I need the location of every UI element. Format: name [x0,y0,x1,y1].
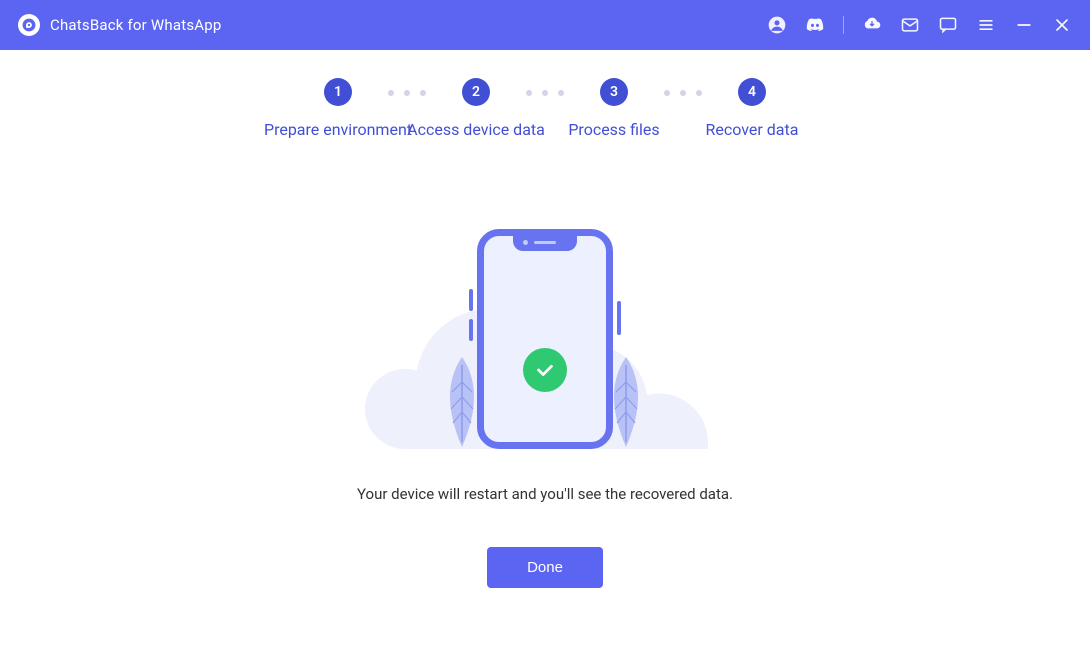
cloud-icon[interactable] [862,15,882,35]
titlebar-left: ChatsBack for WhatsApp [18,14,222,36]
content-area: 1 Prepare environment 2 Access device da… [0,50,1090,650]
step-number: 3 [600,78,628,106]
step-number: 1 [324,78,352,106]
close-icon[interactable] [1052,15,1072,35]
step-label: Process files [568,120,659,139]
step-number: 4 [738,78,766,106]
app-logo-icon [18,14,40,36]
success-illustration [355,229,735,449]
done-button[interactable]: Done [487,547,603,588]
phone-icon [477,229,613,449]
discord-icon[interactable] [805,15,825,35]
minimize-icon[interactable] [1014,15,1034,35]
checkmark-icon [523,348,567,392]
app-title: ChatsBack for WhatsApp [50,16,222,34]
app-window: ChatsBack for WhatsApp [0,0,1090,650]
titlebar-right [767,15,1072,35]
feedback-icon[interactable] [938,15,958,35]
status-message: Your device will restart and you'll see … [357,485,733,503]
titlebar: ChatsBack for WhatsApp [0,0,1090,50]
menu-icon[interactable] [976,15,996,35]
step-recover-data: 4 Recover data [647,78,857,139]
stepper: 1 Prepare environment 2 Access device da… [233,78,857,139]
step-label: Recover data [706,120,799,139]
mail-icon[interactable] [900,15,920,35]
titlebar-divider [843,16,844,34]
account-icon[interactable] [767,15,787,35]
step-number: 2 [462,78,490,106]
